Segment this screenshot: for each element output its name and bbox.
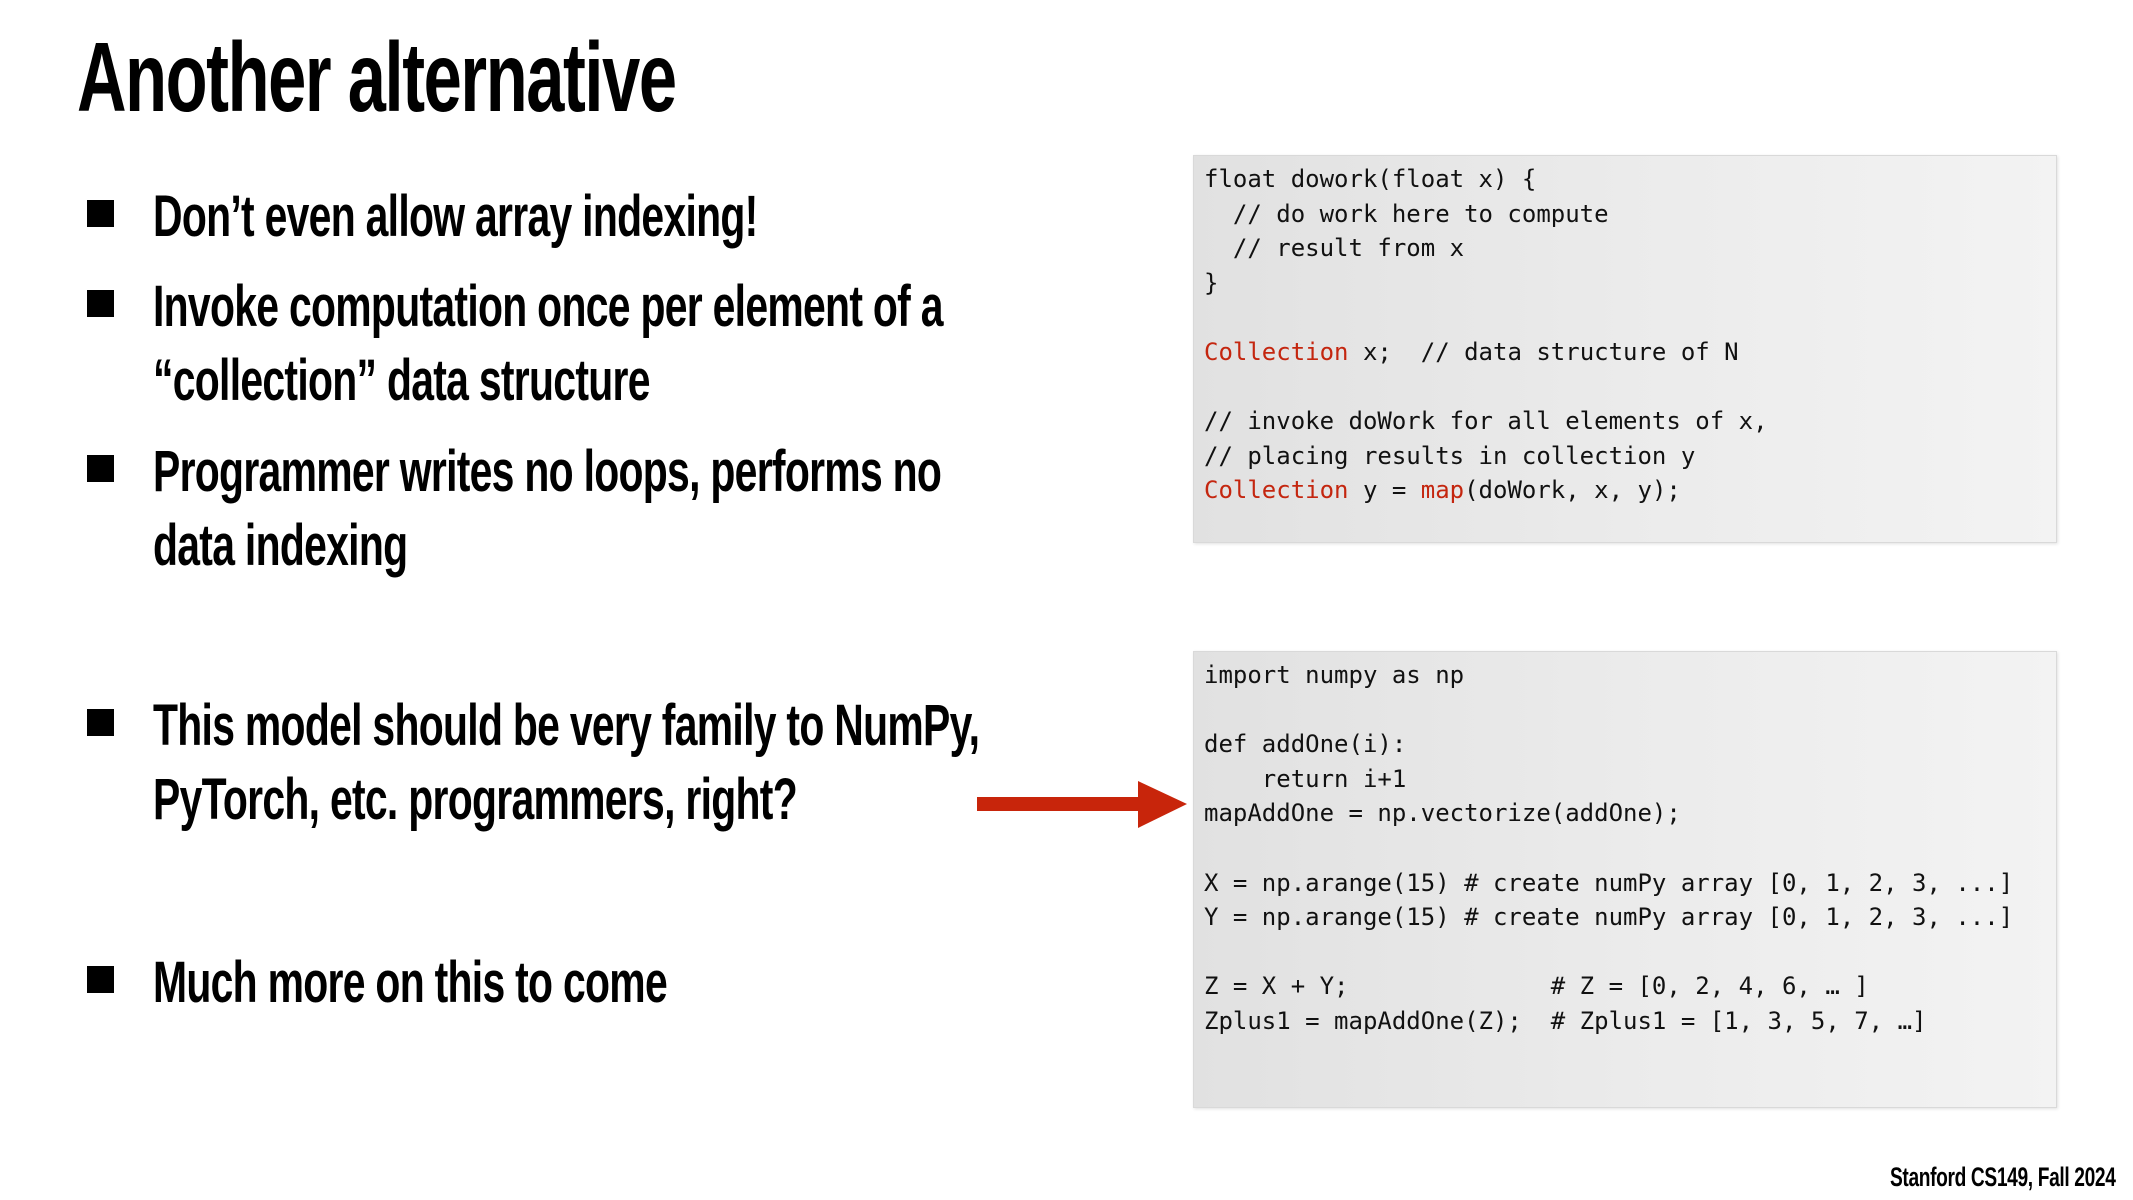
code-line: mapAddOne = np.vectorize(addOne); (1204, 796, 2013, 831)
code-keyword: Collection (1204, 337, 1349, 366)
bullet-text: Much more on this to come (153, 950, 668, 1015)
code-block-map-example: float dowork(float x) { // do work here … (1193, 155, 2057, 543)
code-line: Y = np.arange(15) # create numPy array [… (1204, 900, 2013, 935)
code-line: // placing results in collection y (1204, 439, 1768, 474)
bullet-square-icon (87, 709, 114, 736)
code-text: import numpy as np (1204, 661, 1465, 689)
code-text: // do work here to compute (1204, 199, 1609, 228)
code-text: (doWork, x, y); (1464, 476, 1681, 505)
bullet-square-icon (87, 455, 114, 482)
footer-course-label: Stanford CS149, Fall 2024 (1890, 1162, 2116, 1192)
code-text: // placing results in collection y (1204, 441, 1696, 470)
right-arrow-icon (977, 781, 1187, 828)
slide-title: Another alternative (77, 22, 677, 132)
code-text: float dowork(float x) { (1204, 165, 1537, 193)
arrow-head (1138, 781, 1187, 828)
code-keyword: Collection (1204, 476, 1349, 505)
bullet-text-continued: “collection” data structure (153, 348, 650, 413)
code-text: // invoke doWork for all elements of x, (1204, 407, 1768, 436)
bullet-text-continued: PyTorch, etc. programmers, right? (153, 767, 798, 832)
code-text: y = (1348, 476, 1421, 505)
code-line: import numpy as np (1204, 658, 2013, 693)
code-listing: import numpy as np def addOne(i): return … (1204, 658, 2013, 1039)
code-listing: float dowork(float x) { // do work here … (1204, 162, 1768, 508)
bullet-square-icon (87, 290, 114, 317)
bullet-text: Programmer writes no loops, performs no (153, 439, 942, 504)
code-text: Zplus1 = mapAddOne(Z); # Zplus1 = [1, 3,… (1204, 1006, 1927, 1035)
code-line: Collection y = map(doWork, x, y); (1204, 473, 1768, 508)
bullet-text: Invoke computation once per element of a (153, 274, 943, 339)
code-text: X = np.arange(15) # create numPy array [… (1204, 868, 2014, 897)
code-text: return i+1 (1204, 764, 1407, 793)
code-line: // invoke doWork for all elements of x, (1204, 404, 1768, 439)
code-line: // do work here to compute (1204, 197, 1768, 232)
bullet-text: Don’t even allow array indexing! (153, 184, 758, 249)
code-line: // result from x (1204, 231, 1768, 266)
code-text: } (1204, 268, 1219, 297)
code-line: float dowork(float x) { (1204, 162, 1768, 197)
code-line: Collection x; // data structure of N (1204, 335, 1768, 370)
code-line: Z = X + Y; # Z = [0, 2, 4, 6, … ] (1204, 969, 2013, 1004)
code-text: def addOne(i): (1204, 730, 1407, 759)
bullet-square-icon (87, 966, 114, 993)
code-text: // result from x (1204, 234, 1465, 263)
code-line: Zplus1 = mapAddOne(Z); # Zplus1 = [1, 3,… (1204, 1004, 2013, 1039)
code-keyword: map (1420, 476, 1465, 505)
code-line: } (1204, 266, 1768, 301)
bullet-text-continued: data indexing (153, 513, 408, 578)
code-block-numpy-example: import numpy as np def addOne(i): return … (1193, 651, 2057, 1108)
code-line: return i+1 (1204, 762, 2013, 797)
code-line: X = np.arange(15) # create numPy array [… (1204, 866, 2013, 901)
bullet-text: This model should be very family to NumP… (153, 693, 980, 758)
arrow-shaft (977, 797, 1143, 811)
code-text: Y = np.arange(15) # create numPy array [… (1204, 903, 2014, 932)
bullet-square-icon (87, 200, 114, 227)
code-text: x; // data structure of N (1348, 337, 1739, 366)
code-text: Z = X + Y; # Z = [0, 2, 4, 6, … ] (1204, 972, 1869, 1001)
code-text: mapAddOne = np.vectorize(addOne); (1204, 799, 1681, 828)
code-line: def addOne(i): (1204, 727, 2013, 762)
